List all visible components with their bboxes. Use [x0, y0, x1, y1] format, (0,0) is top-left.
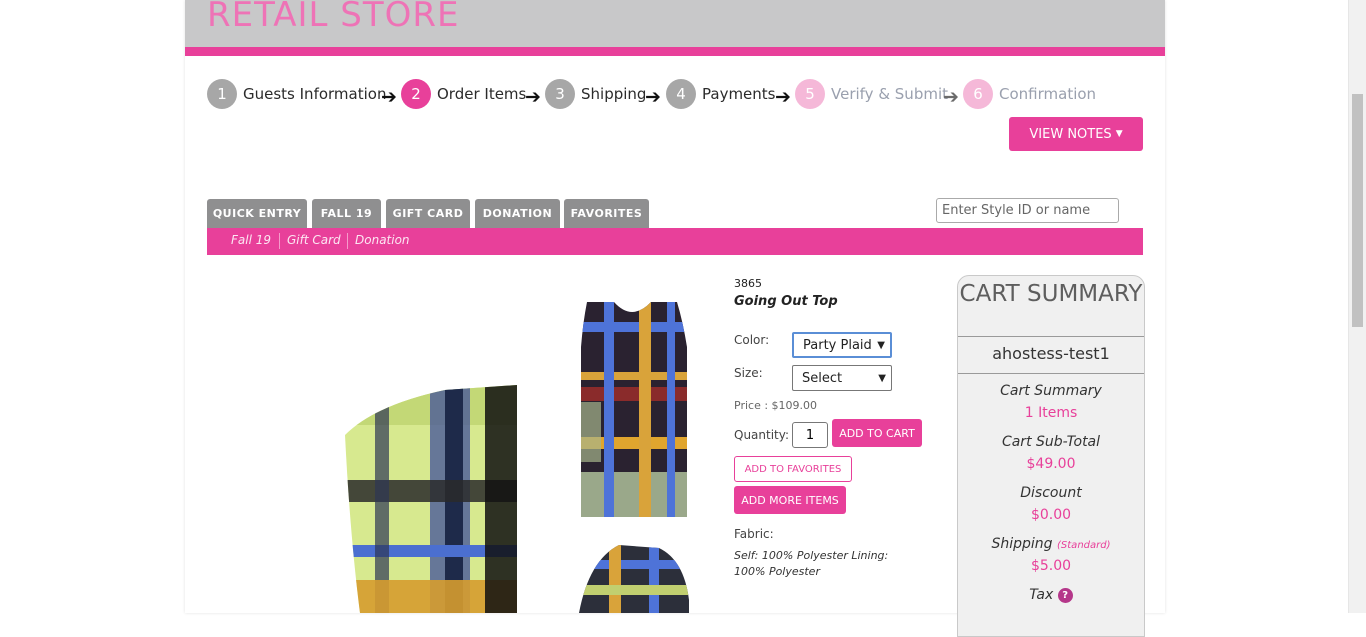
- cart-subtotal-value: $49.00: [1026, 456, 1076, 472]
- cart-subtotal-label: Cart Sub-Total: [1001, 434, 1101, 450]
- step-number: 5: [795, 79, 825, 109]
- divider: [958, 373, 1144, 374]
- step-number: 2: [401, 79, 431, 109]
- cart-shipping-type: (Standard): [1057, 540, 1111, 551]
- step-guests-information[interactable]: 1 Guests Information: [207, 79, 386, 109]
- color-select[interactable]: Party Plaid ▼: [792, 332, 892, 358]
- step-shipping[interactable]: 3 Shipping: [545, 79, 646, 109]
- style-search-input[interactable]: [936, 198, 1119, 223]
- page-container: RETAIL STORE 1 Guests Information ➔ 2 Or…: [185, 0, 1165, 637]
- tab-favorites[interactable]: FAVORITES: [564, 199, 649, 228]
- cart-tax-row: Tax ?: [958, 587, 1144, 603]
- fabric-text: Self: 100% Polyester Lining: 100% Polyes…: [734, 549, 889, 578]
- subnav-bar: Fall 19 Gift Card Donation: [207, 228, 1143, 255]
- product-style-id: 3865: [734, 277, 762, 290]
- cart-user: ahostess-test1: [992, 344, 1110, 363]
- size-label: Size:: [734, 366, 763, 380]
- subnav-donation[interactable]: Donation: [355, 233, 410, 247]
- store-title: RETAIL STORE: [207, 0, 460, 35]
- cart-discount-value: $0.00: [1030, 507, 1072, 523]
- subnav-gift-card[interactable]: Gift Card: [287, 233, 341, 247]
- cart-summary-label: Cart Summary: [1000, 383, 1102, 399]
- cart-tax-label: Tax: [1029, 587, 1054, 603]
- color-label: Color:: [734, 333, 770, 347]
- add-to-cart-button[interactable]: ADD TO CART: [832, 419, 922, 447]
- step-number: 4: [666, 79, 696, 109]
- size-select-value: Select: [802, 370, 843, 386]
- tab-quick-entry[interactable]: QUICK ENTRY: [207, 199, 307, 228]
- step-label: Confirmation: [999, 85, 1097, 103]
- cart-shipping-value: $5.00: [1030, 558, 1072, 574]
- product-name: Going Out Top: [734, 294, 838, 309]
- step-number: 6: [963, 79, 993, 109]
- view-notes-button[interactable]: VIEW NOTES ▼: [1009, 117, 1143, 151]
- arrow-right-icon: ➔: [943, 86, 959, 108]
- tab-fall-19[interactable]: FALL 19: [312, 199, 381, 228]
- caret-down-icon: ▼: [877, 339, 885, 351]
- tab-gift-card[interactable]: GIFT CARD: [386, 199, 470, 228]
- size-select[interactable]: Select ▼: [792, 365, 892, 391]
- step-order-items[interactable]: 2 Order Items: [401, 79, 526, 109]
- arrow-right-icon: ➔: [775, 86, 791, 108]
- step-number: 3: [545, 79, 575, 109]
- add-to-favorites-button[interactable]: ADD TO FAVORITES: [734, 456, 852, 482]
- caret-down-icon: ▼: [878, 372, 886, 384]
- product-main-image: [335, 385, 517, 613]
- step-payments[interactable]: 4 Payments: [666, 79, 775, 109]
- step-label: Guests Information: [243, 85, 387, 103]
- chevron-down-icon: ▼: [1115, 129, 1123, 139]
- fabric-label: Fabric:: [734, 527, 774, 541]
- arrow-right-icon: ➔: [645, 86, 661, 108]
- question-icon[interactable]: ?: [1057, 587, 1073, 603]
- header: RETAIL STORE: [185, 0, 1165, 47]
- page-scrollbar[interactable]: [1348, 0, 1366, 613]
- arrow-right-icon: ➔: [525, 86, 541, 108]
- step-label: Payments: [702, 85, 776, 103]
- step-verify-submit[interactable]: 5 Verify & Submit: [795, 79, 948, 109]
- step-label: Shipping: [581, 85, 647, 103]
- subnav-divider: [279, 233, 280, 249]
- cart-discount-label: Discount: [1020, 485, 1082, 501]
- step-confirmation[interactable]: 6 Confirmation: [963, 79, 1096, 109]
- color-select-value: Party Plaid: [803, 337, 872, 353]
- step-label: Verify & Submit: [831, 85, 948, 103]
- cart-summary-panel: CART SUMMARY ahostess-test1 Cart Summary…: [957, 275, 1145, 637]
- subnav-divider: [347, 233, 348, 249]
- step-label: Order Items: [437, 85, 527, 103]
- view-notes-label: VIEW NOTES: [1029, 126, 1112, 142]
- cart-items-count[interactable]: 1 Items: [958, 405, 1144, 421]
- subnav-fall-19[interactable]: Fall 19: [231, 233, 271, 247]
- tab-donation[interactable]: DONATION: [475, 199, 560, 228]
- cart-shipping-row: Shipping (Standard): [958, 536, 1144, 552]
- step-number: 1: [207, 79, 237, 109]
- quantity-input[interactable]: [792, 422, 828, 448]
- cart-shipping-label: Shipping: [991, 536, 1053, 552]
- product-thumbnail-front[interactable]: [559, 302, 705, 517]
- scrollbar-thumb[interactable]: [1352, 94, 1363, 327]
- cart-summary-title: CART SUMMARY: [959, 281, 1143, 307]
- arrow-right-icon: ➔: [381, 86, 397, 108]
- product-price: Price : $109.00: [734, 399, 818, 412]
- divider: [958, 336, 1144, 337]
- product-thumbnail-back[interactable]: [559, 540, 705, 613]
- header-strip: [185, 47, 1165, 56]
- quantity-label: Quantity:: [734, 428, 790, 442]
- add-more-items-button[interactable]: ADD MORE ITEMS: [734, 486, 846, 514]
